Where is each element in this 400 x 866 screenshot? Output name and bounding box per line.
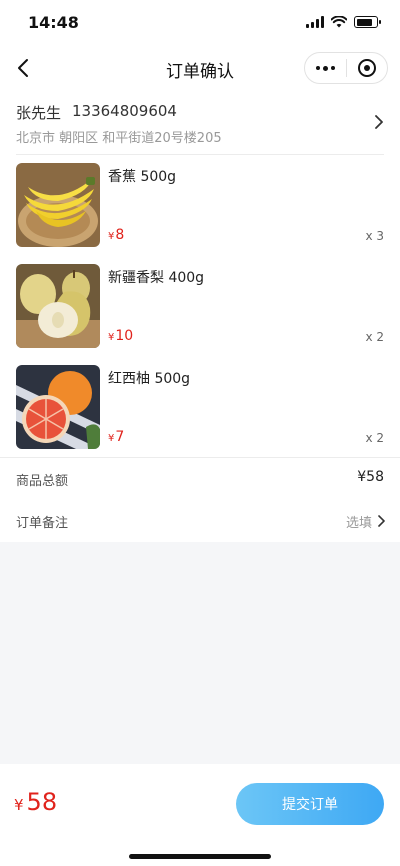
goods-list: 香蕉 500g ¥8 x 3 新疆香梨 400g ¥10 x 2 红西柚 500… xyxy=(0,155,400,458)
wifi-icon xyxy=(331,16,347,28)
empty-area xyxy=(0,542,400,764)
status-icons xyxy=(306,16,381,28)
goods-quantity: x 2 xyxy=(365,330,384,344)
goods-quantity: x 2 xyxy=(365,431,384,445)
battery-icon xyxy=(354,16,381,28)
chevron-right-icon xyxy=(375,115,383,129)
target-circle-icon xyxy=(357,59,376,77)
recipient-name: 张先生 xyxy=(16,104,62,122)
submit-order-button[interactable]: 提交订单 xyxy=(236,783,384,825)
chevron-right-icon xyxy=(378,515,385,527)
mini-program-capsule xyxy=(304,52,388,84)
home-indicator xyxy=(129,854,271,859)
goods-item[interactable]: 红西柚 500g ¥7 x 2 xyxy=(0,357,400,458)
status-bar: 14:48 xyxy=(0,0,400,46)
goods-item[interactable]: 新疆香梨 400g ¥10 x 2 xyxy=(0,256,400,357)
close-mini-program-button[interactable] xyxy=(347,53,388,83)
order-remark-hint: 选填 xyxy=(345,516,372,531)
bottom-bar: ¥58 提交订单 xyxy=(0,764,400,866)
goods-item[interactable]: 香蕉 500g ¥8 x 3 xyxy=(0,155,400,256)
recipient-phone: 13364809604 xyxy=(72,102,177,120)
grapefruit-image xyxy=(16,365,100,449)
status-time: 14:48 xyxy=(28,13,79,32)
pear-image xyxy=(16,264,100,348)
goods-quantity: x 3 xyxy=(365,229,384,243)
goods-price: ¥7 xyxy=(108,429,125,445)
order-remark-label: 订单备注 xyxy=(16,516,69,531)
more-button[interactable] xyxy=(305,53,346,83)
goods-price: ¥10 xyxy=(108,328,134,344)
more-dots-icon xyxy=(315,65,335,71)
cellular-signal-icon xyxy=(306,16,324,28)
goods-name: 新疆香梨 400g xyxy=(108,270,205,286)
order-total: ¥58 xyxy=(14,788,58,816)
order-remark-row[interactable]: 订单备注 选填 xyxy=(0,500,400,542)
nav-bar: 订单确认 xyxy=(0,46,400,90)
goods-price: ¥8 xyxy=(108,227,125,243)
goods-name: 红西柚 500g xyxy=(108,371,191,387)
address-detail: 北京市 朝阳区 和平街道20号楼205 xyxy=(16,131,222,146)
goods-total-label: 商品总额 xyxy=(16,474,69,489)
goods-name: 香蕉 500g xyxy=(108,169,177,185)
delivery-address[interactable]: 张先生 13364809604 北京市 朝阳区 和平街道20号楼205 xyxy=(0,90,400,154)
banana-image xyxy=(16,163,100,247)
goods-total-row: 商品总额 ¥58 xyxy=(0,458,400,500)
goods-total-value: ¥58 xyxy=(357,469,384,485)
